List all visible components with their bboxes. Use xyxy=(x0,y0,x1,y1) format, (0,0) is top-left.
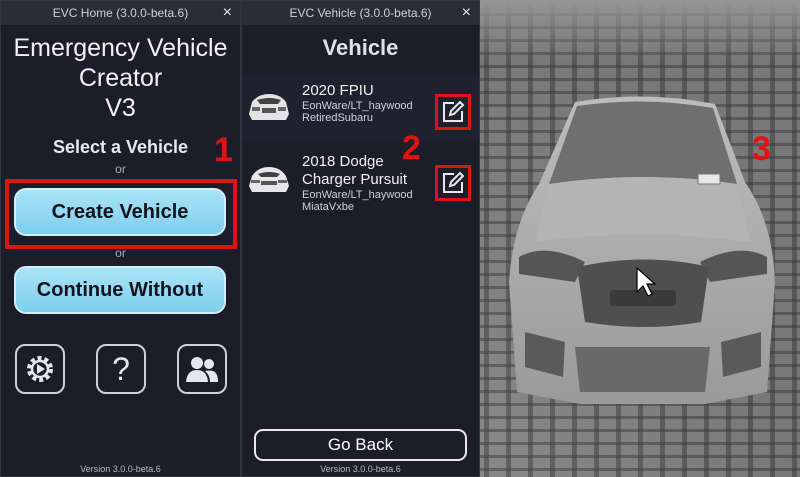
vehicle-name: 2020 FPIU xyxy=(302,82,374,99)
settings-button[interactable] xyxy=(15,344,65,394)
app-title-line: V3 xyxy=(105,94,136,122)
app-title: Emergency Vehicle Creator V3 xyxy=(1,33,240,123)
version-label: Version 3.0.0-beta.6 xyxy=(320,464,401,474)
marker-1: 1 xyxy=(214,131,233,169)
vehicle-list-item[interactable]: 2020 FPIU EonWare/LT_haywood RetiredSuba… xyxy=(242,76,479,140)
home-titlebar[interactable]: EVC Home (3.0.0-beta.6) × xyxy=(1,1,240,25)
app-title-line: Emergency Vehicle xyxy=(13,34,228,62)
vehicle-model[interactable] xyxy=(505,92,780,422)
close-icon[interactable]: × xyxy=(223,4,232,22)
vehicle-author: EonWare/LT_haywood xyxy=(302,100,413,112)
home-window-title: EVC Home (3.0.0-beta.6) xyxy=(52,6,189,20)
vehicle-thumbnail xyxy=(249,167,289,192)
edit-vehicle-button[interactable] xyxy=(435,94,471,130)
marker-2: 2 xyxy=(402,129,421,167)
vehicle-owner: MiataVxbe xyxy=(302,201,354,213)
help-button[interactable]: ? xyxy=(96,344,146,394)
go-back-button[interactable]: Go Back xyxy=(254,429,467,461)
edit-icon xyxy=(443,171,465,193)
vehicle-thumbnail xyxy=(249,94,289,120)
marker-3: 3 xyxy=(752,130,771,168)
evc-home-window: EVC Home (3.0.0-beta.6) × Emergency Vehi… xyxy=(0,0,241,477)
evc-vehicle-window: EVC Vehicle (3.0.0-beta.6) × Vehicle 202… xyxy=(241,0,480,477)
app-title-line: Creator xyxy=(78,64,163,92)
users-icon xyxy=(186,357,218,382)
edit-vehicle-button[interactable] xyxy=(435,165,471,201)
vehicle-titlebar[interactable]: EVC Vehicle (3.0.0-beta.6) × xyxy=(242,1,479,25)
users-button[interactable] xyxy=(177,344,227,394)
vehicle-owner: RetiredSubaru xyxy=(302,112,373,124)
edit-icon xyxy=(443,100,465,122)
select-vehicle-label: Select a Vehicle xyxy=(52,137,189,157)
vehicle-list-item[interactable]: 2018 Dodge Charger Pursuit EonWare/LT_ha… xyxy=(242,146,479,216)
vehicle-name: Charger Pursuit xyxy=(302,171,408,188)
or-label: or xyxy=(115,246,126,260)
continue-without-button[interactable]: Continue Without xyxy=(14,266,226,314)
help-icon: ? xyxy=(112,350,130,387)
gear-icon xyxy=(27,356,53,382)
or-label: or xyxy=(115,162,126,176)
create-vehicle-button[interactable]: Create Vehicle xyxy=(14,188,226,236)
version-label: Version 3.0.0-beta.6 xyxy=(80,464,161,474)
vehicle-name: 2018 Dodge xyxy=(302,153,384,170)
close-icon[interactable]: × xyxy=(462,4,471,22)
vehicle-heading: Vehicle xyxy=(322,35,399,60)
vehicle-author: EonWare/LT_haywood xyxy=(302,189,413,201)
vehicle-window-title: EVC Vehicle (3.0.0-beta.6) xyxy=(289,6,432,20)
